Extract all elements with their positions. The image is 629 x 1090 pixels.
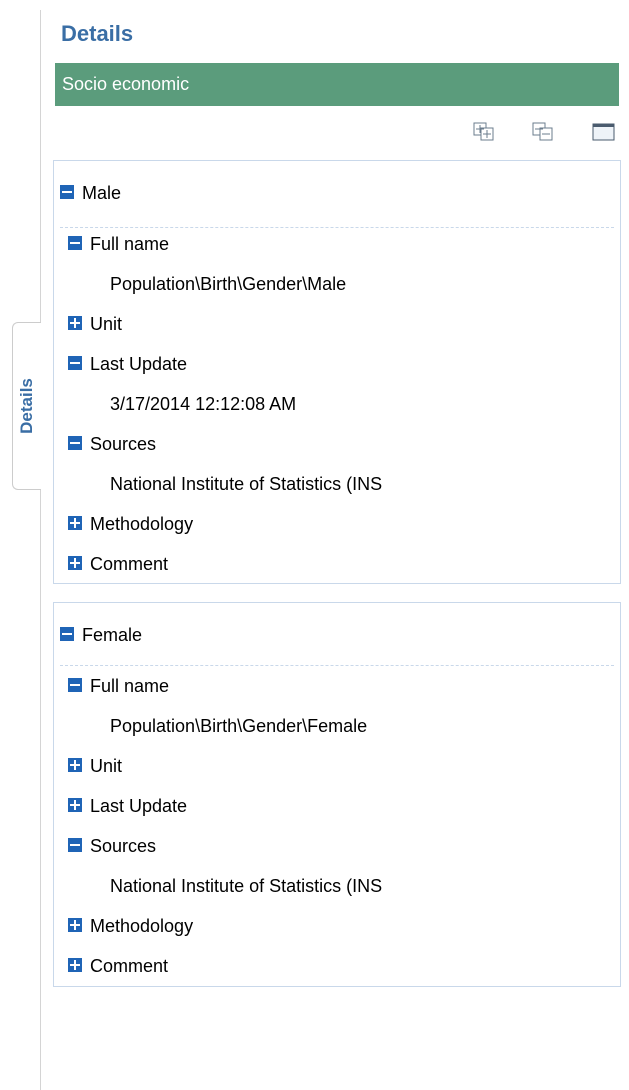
details-side-tab[interactable]: Details [12, 322, 41, 490]
collapse-icon[interactable] [68, 356, 82, 371]
item-header-female[interactable]: Female [60, 622, 142, 648]
detail-box-female: Female Full name Population\Birth\Gender… [53, 602, 621, 987]
field-value: National Institute of Statistics (INS [110, 474, 383, 494]
field-comment[interactable]: Comment [68, 953, 168, 979]
expand-icon[interactable] [68, 918, 82, 933]
field-value: Population\Birth\Gender\Male [110, 274, 347, 294]
panel-divider [40, 10, 41, 1090]
field-label: Full name [90, 234, 170, 254]
expand-icon[interactable] [68, 958, 82, 973]
window-icon [592, 123, 615, 141]
field-value: 3/17/2014 12:12:08 AM [110, 394, 297, 414]
field-label: Methodology [90, 916, 194, 936]
field-label: Full name [90, 676, 170, 696]
detail-box-male: Male Full name Population\Birth\Gender\M… [53, 160, 621, 584]
group-header: Socio economic [55, 63, 619, 106]
field-label: Comment [90, 956, 169, 976]
field-sources[interactable]: Sources [68, 833, 156, 859]
field-label: Unit [90, 756, 123, 776]
field-label: Last Update [90, 354, 188, 374]
field-value: Population\Birth\Gender\Female [110, 716, 368, 736]
expand-all-icon [473, 122, 494, 141]
expand-icon[interactable] [68, 758, 82, 773]
expand-all-button[interactable] [473, 122, 495, 142]
field-last-update[interactable]: Last Update [68, 793, 187, 819]
expand-icon[interactable] [68, 516, 82, 531]
field-sources[interactable]: Sources [68, 431, 156, 457]
item-header-male[interactable]: Male [60, 180, 121, 206]
field-unit[interactable]: Unit [68, 311, 122, 337]
field-value: National Institute of Statistics (INS [110, 876, 383, 896]
field-full-name[interactable]: Full name [68, 673, 169, 699]
collapse-icon[interactable] [60, 627, 74, 642]
field-label: Unit [90, 314, 123, 334]
collapse-icon[interactable] [68, 236, 82, 251]
field-last-update[interactable]: Last Update [68, 351, 187, 377]
field-label: Sources [90, 434, 157, 454]
divider [60, 665, 614, 666]
field-label: Comment [90, 554, 169, 574]
window-button[interactable] [592, 122, 615, 142]
divider [60, 227, 614, 228]
collapse-all-icon [532, 122, 553, 141]
field-label: Last Update [90, 796, 188, 816]
collapse-all-button[interactable] [532, 122, 554, 142]
expand-icon[interactable] [68, 798, 82, 813]
collapse-icon[interactable] [68, 838, 82, 853]
item-name: Male [82, 183, 122, 203]
field-full-name[interactable]: Full name [68, 231, 169, 257]
field-comment[interactable]: Comment [68, 551, 168, 577]
side-tab-label: Details [17, 378, 36, 434]
item-name: Female [82, 625, 143, 645]
field-label: Methodology [90, 514, 194, 534]
collapse-icon[interactable] [68, 436, 82, 451]
field-methodology[interactable]: Methodology [68, 913, 193, 939]
panel-title: Details [61, 21, 134, 46]
details-toolbar [0, 122, 629, 144]
field-unit[interactable]: Unit [68, 753, 122, 779]
field-methodology[interactable]: Methodology [68, 511, 193, 537]
expand-icon[interactable] [68, 556, 82, 571]
field-label: Sources [90, 836, 157, 856]
collapse-icon[interactable] [60, 185, 74, 200]
collapse-icon[interactable] [68, 678, 82, 693]
expand-icon[interactable] [68, 316, 82, 331]
